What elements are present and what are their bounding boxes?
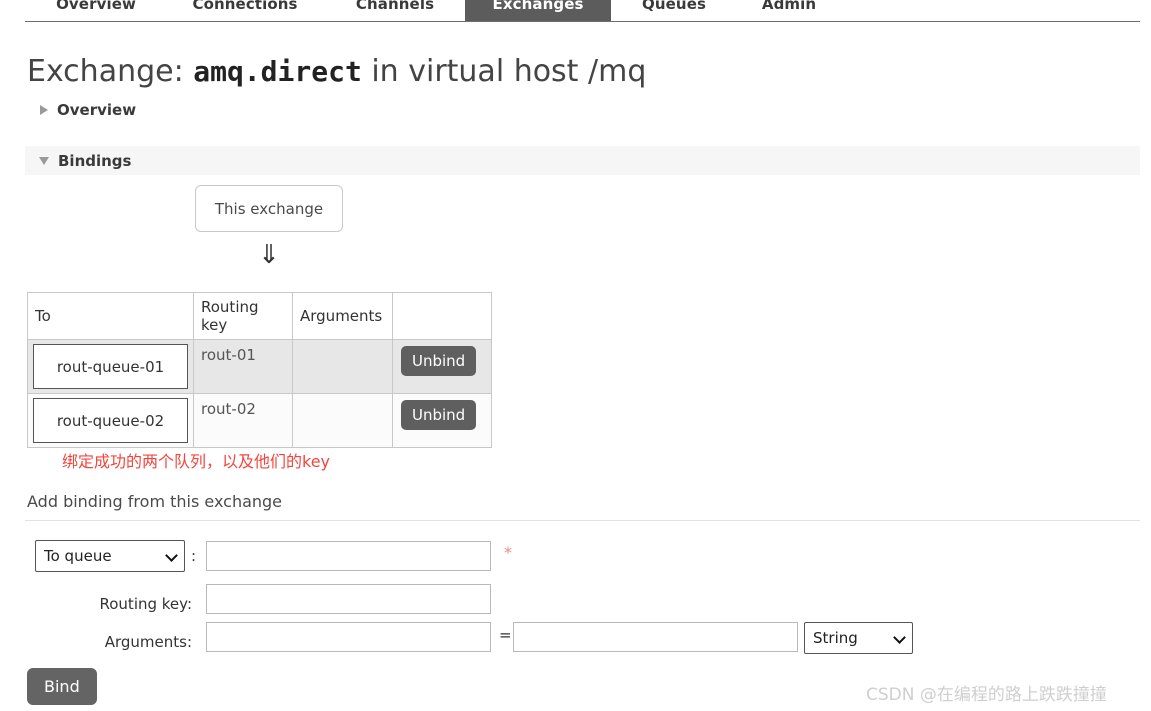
destination-input[interactable] [206,541,491,571]
nav-tab-connections[interactable]: Connections [184,0,306,22]
this-exchange-node: This exchange [195,185,343,232]
double-down-arrow-icon: ⇓ [258,240,280,270]
binding-destination-cell: rout-queue-02 [27,393,194,448]
binding-arguments-cell [292,339,393,394]
destination-type-select-wrapper[interactable]: To queue [35,540,185,572]
argument-value-input[interactable] [513,622,798,652]
required-marker: * [504,543,512,562]
section-bindings-label: Bindings [58,151,132,170]
unbind-button[interactable]: Unbind [401,400,477,430]
routing-key-label: Routing key: [99,595,193,613]
column-header-routing: Routing key [193,292,293,340]
nav-tab-queues[interactable]: Queues [634,0,714,22]
page-title-suffix: in virtual host /mq [361,54,647,89]
argument-key-input[interactable] [206,622,491,652]
binding-action-cell: Unbind [392,339,492,394]
section-overview-toggle[interactable]: Overview [40,101,136,119]
table-row: rout-queue-02 rout-02 Unbind [27,393,492,448]
column-header-to: To [27,292,194,340]
argument-type-select[interactable]: String [804,622,913,654]
main-navigation: Overview Connections Channels Exchanges … [0,0,1151,22]
queue-link[interactable]: rout-queue-02 [33,398,188,443]
page-title-prefix: Exchange: [27,54,194,89]
add-binding-heading: Add binding from this exchange [27,492,283,511]
unbind-button[interactable]: Unbind [401,346,477,376]
column-header-arguments: Arguments [292,292,393,340]
bindings-table: To Routing key Arguments rout-queue-01 r… [27,292,492,448]
watermark: CSDN @在编程的路上跌跌撞撞 [866,685,1107,705]
equals-sign: = [499,626,512,644]
arguments-label: Arguments: [104,633,192,651]
bind-button[interactable]: Bind [27,668,97,705]
destination-colon: : [191,547,197,565]
binding-action-cell: Unbind [392,393,492,448]
add-binding-divider [25,520,1140,521]
triangle-down-icon [39,156,49,165]
nav-divider [25,21,1140,22]
argument-type-select-wrapper[interactable]: String [804,622,913,654]
nav-tab-channels[interactable]: Channels [348,0,442,22]
this-exchange-label: This exchange [214,199,324,218]
binding-destination-cell: rout-queue-01 [27,339,194,394]
section-overview-label: Overview [57,101,137,119]
table-row: rout-queue-01 rout-01 Unbind [27,339,492,394]
nav-tab-admin[interactable]: Admin [754,0,824,22]
annotation-text: 绑定成功的两个队列，以及他们的key [62,452,331,471]
destination-type-select[interactable]: To queue [35,540,185,572]
section-bindings-toggle[interactable]: Bindings [25,146,1140,175]
column-header-actions [392,292,492,340]
nav-tab-overview[interactable]: Overview [50,0,142,22]
exchange-name: amq.direct [193,55,362,88]
exchange-detail-page: Overview Connections Channels Exchanges … [0,0,1151,711]
binding-arguments-cell [292,393,393,448]
queue-link[interactable]: rout-queue-01 [33,344,188,389]
table-header-row: To Routing key Arguments [27,292,492,340]
routing-key-input[interactable] [206,584,491,614]
triangle-right-icon [40,105,48,115]
binding-routing-key-cell: rout-02 [193,393,293,448]
binding-routing-key-cell: rout-01 [193,339,293,394]
page-title: Exchange: amq.direct in virtual host /mq [27,54,646,89]
nav-tab-exchanges[interactable]: Exchanges [465,0,611,22]
